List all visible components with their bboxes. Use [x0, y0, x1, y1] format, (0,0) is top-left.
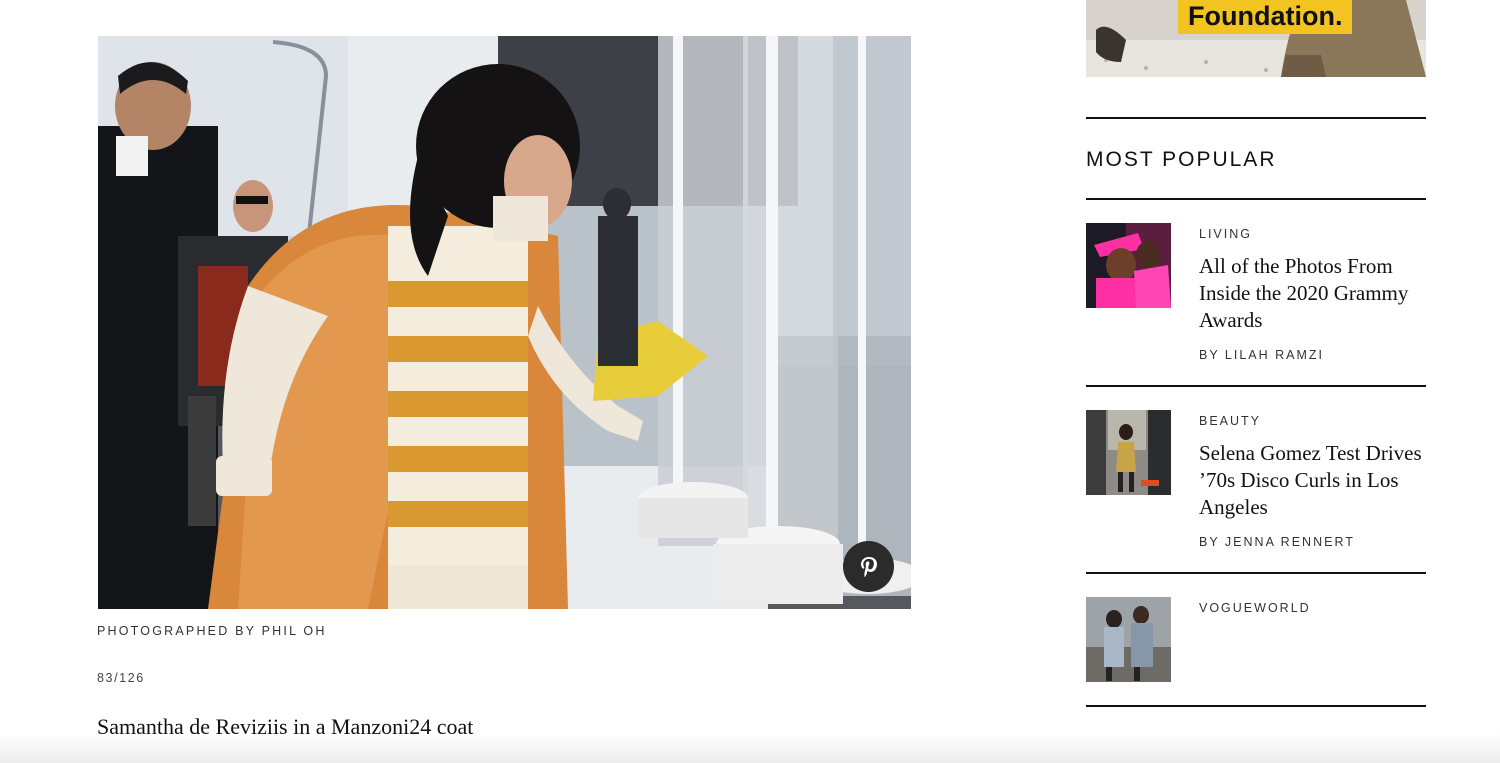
popular-story[interactable]: VOGUEWORLD	[1086, 597, 1426, 697]
ad-headline: Foundation.	[1178, 0, 1353, 34]
popular-story[interactable]: LIVING All of the Photos From Inside the…	[1086, 223, 1426, 383]
divider	[1086, 705, 1426, 707]
divider	[1086, 385, 1426, 387]
story-thumbnail[interactable]	[1086, 597, 1171, 682]
grammys-thumbnail-image	[1086, 223, 1171, 308]
slide-counter: 83/126	[97, 671, 145, 685]
advertisement[interactable]: Foundation.	[1086, 0, 1426, 77]
photo-illustration	[98, 36, 911, 609]
pinterest-icon	[860, 556, 877, 577]
story-category: LIVING	[1199, 227, 1252, 241]
popular-story[interactable]: BEAUTY Selena Gomez Test Drives ’70s Dis…	[1086, 410, 1426, 570]
story-category: BEAUTY	[1199, 414, 1262, 428]
divider	[1086, 198, 1426, 200]
story-thumbnail[interactable]	[1086, 410, 1171, 495]
photo-caption: Samantha de Reviziis in a Manzoni24 coat	[97, 714, 474, 739]
most-popular-heading: MOST POPULAR	[1086, 148, 1277, 171]
story-category: VOGUEWORLD	[1199, 601, 1311, 615]
story-byline: BY JENNA RENNERT	[1199, 535, 1355, 549]
vogueworld-thumbnail-image	[1086, 597, 1171, 682]
selena-thumbnail-image	[1086, 410, 1171, 495]
street-style-photo[interactable]	[98, 36, 911, 609]
story-byline: BY LILAH RAMZI	[1199, 348, 1325, 362]
story-thumbnail[interactable]	[1086, 223, 1171, 308]
story-headline[interactable]: Selena Gomez Test Drives ’70s Disco Curl…	[1199, 440, 1424, 521]
pinterest-share-button[interactable]	[843, 541, 894, 592]
divider	[1086, 572, 1426, 574]
story-headline[interactable]: All of the Photos From Inside the 2020 G…	[1199, 253, 1424, 334]
photo-credit: PHOTOGRAPHED BY PHIL OH	[97, 624, 327, 638]
divider	[1086, 117, 1426, 119]
